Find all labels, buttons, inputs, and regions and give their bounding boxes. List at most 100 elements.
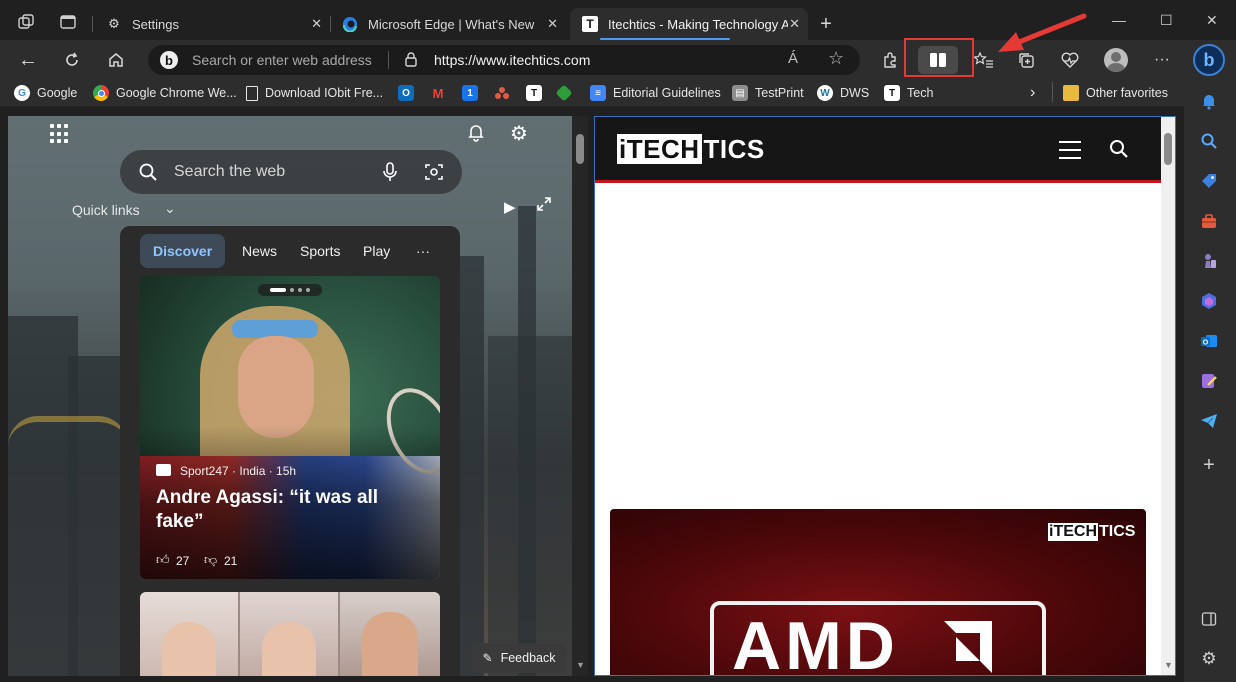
page-settings-gear-icon[interactable]: ⚙	[510, 121, 528, 146]
tab-edge-whats-new[interactable]: Microsoft Edge | What's New ✕	[330, 8, 566, 40]
article-photo-face	[238, 336, 314, 438]
carousel-dots[interactable]	[258, 284, 322, 296]
bing-copilot-button[interactable]: b	[1193, 44, 1225, 76]
workspaces-icon[interactable]	[12, 8, 40, 36]
favorite-chrome-web-store[interactable]: Google Chrome We...	[93, 84, 237, 102]
favorite-asana[interactable]	[494, 84, 510, 102]
chevron-down-icon[interactable]: ⌄	[164, 200, 176, 217]
google-docs-icon: ≡	[590, 85, 606, 101]
favorite-dws[interactable]: W DWS	[817, 84, 869, 102]
favorite-gmail[interactable]: M	[430, 84, 446, 102]
tab-itechtics[interactable]: T Itechtics - Making Technology Ac ✕	[570, 8, 808, 40]
favorite-calendar[interactable]: 1	[462, 84, 478, 102]
favorite-outlook[interactable]: O	[398, 84, 414, 102]
add-sidebar-app-button[interactable]: +	[1196, 452, 1222, 478]
dislike-thumbs-down-icon[interactable]: 👎︎	[204, 552, 217, 568]
feed-more-button[interactable]: ···	[416, 236, 430, 266]
web-search-box[interactable]: Search the web	[120, 150, 462, 194]
back-button[interactable]: ←	[14, 46, 42, 74]
close-tab-icon[interactable]: ✕	[789, 16, 800, 32]
maximize-button[interactable]: ☐	[1160, 12, 1173, 29]
outlook-icon[interactable]: O	[1196, 328, 1222, 354]
notification-bell-icon[interactable]	[466, 122, 486, 147]
split-screen-button[interactable]	[918, 46, 958, 74]
microsoft-365-icon[interactable]	[1196, 288, 1222, 314]
play-icon[interactable]: ▶	[504, 198, 516, 216]
microphone-icon[interactable]	[382, 162, 398, 187]
split-screen-icon	[930, 53, 946, 67]
close-window-button[interactable]: ✕	[1206, 12, 1218, 29]
tools-briefcase-icon[interactable]	[1196, 208, 1222, 234]
tab-label: Settings	[132, 16, 179, 32]
favorite-label: Download IObit Fre...	[265, 86, 384, 100]
itechtics-icon: T	[884, 85, 900, 101]
tab-label: Microsoft Edge | What's New	[368, 16, 535, 32]
address-bar[interactable]: b Search or enter web address https://ww…	[148, 45, 860, 75]
article-title[interactable]: Andre Agassi: “it was all fake”	[156, 486, 406, 534]
telegram-icon[interactable]	[1196, 408, 1222, 434]
favorite-label: Other favorites	[1086, 86, 1168, 100]
favorite-download-iobit[interactable]: Download IObit Fre...	[246, 84, 383, 102]
folder-icon	[1063, 85, 1079, 101]
favorite-testprint[interactable]: ▤ TestPrint	[732, 84, 804, 102]
read-aloud-icon[interactable]: Á	[788, 50, 798, 67]
favorite-star-icon[interactable]: ☆	[828, 48, 844, 69]
visual-search-icon[interactable]	[424, 162, 444, 187]
hide-sidebar-icon[interactable]	[1196, 606, 1222, 632]
quick-links-label[interactable]: Quick links	[72, 202, 140, 218]
close-tab-icon[interactable]: ✕	[311, 16, 322, 32]
favorite-feedly[interactable]	[555, 84, 573, 102]
lock-icon[interactable]	[404, 51, 418, 72]
shopping-tag-icon[interactable]	[1196, 168, 1222, 194]
apps-grid-icon[interactable]	[50, 124, 70, 144]
feed-tab-play[interactable]: Play	[363, 236, 390, 266]
feed-tab-discover[interactable]: Discover	[140, 234, 226, 268]
scroll-down-arrow-icon[interactable]: ▼	[1164, 660, 1173, 670]
vertical-tabs-icon[interactable]	[54, 8, 82, 36]
collections-icon[interactable]	[1012, 46, 1040, 74]
scrollbar-thumb[interactable]	[576, 134, 584, 164]
amd-arrow-logo	[940, 617, 996, 675]
home-button[interactable]	[102, 46, 130, 74]
favorite-google[interactable]: G Google	[14, 84, 77, 102]
drop-icon[interactable]	[1196, 368, 1222, 394]
favorite-tech[interactable]: T Tech	[884, 84, 933, 102]
gear-icon: ⚙	[108, 16, 120, 31]
feedback-icon: ✎	[482, 651, 493, 665]
favorites-overflow-chevron-icon[interactable]: ›	[1030, 84, 1035, 102]
news-article-card-2[interactable]	[140, 592, 440, 676]
other-favorites-folder[interactable]: Other favorites	[1063, 84, 1168, 102]
favorite-editorial-guidelines[interactable]: ≡ Editorial Guidelines	[590, 84, 721, 102]
article-photo-face	[362, 612, 418, 676]
sidebar-settings-icon[interactable]: ⚙	[1196, 646, 1222, 672]
feed-tab-news[interactable]: News	[242, 236, 277, 266]
scrollbar-thumb[interactable]	[1164, 133, 1172, 165]
article-featured-image[interactable]: iTECH TICS AMD	[610, 509, 1146, 675]
expand-icon[interactable]	[536, 196, 552, 217]
feed-tab-sports[interactable]: Sports	[300, 236, 340, 266]
right-pane-scrollbar[interactable]: ▼	[1161, 117, 1175, 675]
games-chess-icon[interactable]	[1196, 248, 1222, 274]
close-tab-icon[interactable]: ✕	[547, 16, 558, 32]
site-logo[interactable]: iTECH TICS	[617, 134, 767, 164]
site-search-icon[interactable]	[1109, 139, 1129, 164]
refresh-button[interactable]	[58, 46, 86, 74]
news-article-card[interactable]: Sport247 · India · 15h Andre Agassi: “it…	[140, 276, 440, 579]
more-menu-button[interactable]: ···	[1148, 46, 1176, 74]
browser-essentials-icon[interactable]	[1056, 46, 1084, 74]
hamburger-menu-icon[interactable]	[1059, 141, 1081, 159]
tab-separator	[92, 16, 93, 32]
itechtics-icon: T	[582, 16, 598, 32]
search-icon[interactable]	[1196, 128, 1222, 154]
left-pane-scrollbar[interactable]: ▼	[572, 116, 588, 676]
favorite-itechtics[interactable]: T	[526, 84, 542, 102]
profile-avatar[interactable]	[1104, 48, 1128, 72]
like-thumbs-up-icon[interactable]: 👍︎	[156, 552, 170, 568]
bell-icon[interactable]	[1196, 88, 1222, 114]
new-tab-button[interactable]: +	[812, 10, 840, 38]
tab-settings[interactable]: ⚙ Settings ✕	[94, 8, 330, 40]
extensions-icon[interactable]	[876, 46, 904, 74]
feedback-button[interactable]: ✎ Feedback	[472, 643, 566, 673]
minimize-button[interactable]: —	[1112, 12, 1126, 28]
scroll-down-arrow-icon[interactable]: ▼	[576, 660, 585, 670]
